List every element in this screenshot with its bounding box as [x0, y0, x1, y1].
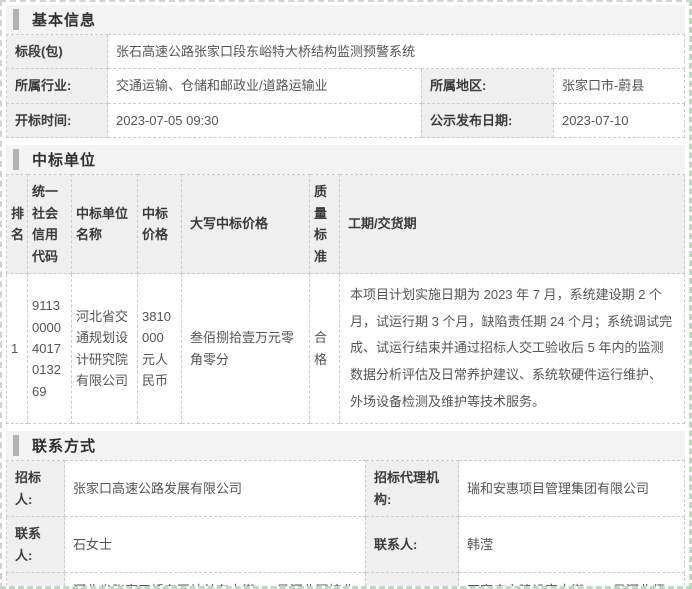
section-contact: 联系方式 招标人: 张家口高速公路发展有限公司 招标代理机构: 瑞和安惠项目管理…	[6, 431, 685, 589]
company-value: 河北省交通规划设计研究院有限公司	[72, 274, 138, 424]
quality-value: 合格	[310, 274, 340, 424]
rank-value: 1	[7, 274, 28, 424]
col-quality: 质量标准	[310, 175, 340, 274]
section-basic-info: 基本信息 标段(包) 张石高速公路张家口段东峪特大桥结构监测预警系统 所属行业:…	[6, 5, 685, 138]
col-price-words: 大写中标价格	[182, 175, 310, 274]
contact-title: 联系方式	[32, 435, 96, 456]
bid-section-value: 张石高速公路张家口段东峪特大桥结构监测预警系统	[108, 35, 685, 69]
region-value: 张家口市-蔚县	[553, 69, 684, 103]
contact-person-label: 联系人:	[7, 517, 65, 573]
contact-person-value: 石女士	[65, 517, 366, 573]
delivery-value: 本项目计划实施日期为 2023 年 7 月，系统建设期 2 个月，试运行期 3 …	[340, 274, 685, 424]
address-value: 石家庄市建设南大街 269 号河北师范大学科技园 B 座 12 层	[459, 573, 685, 589]
publish-date-label: 公示发布日期:	[421, 103, 553, 137]
open-time-value: 2023-07-05 09:30	[108, 103, 422, 137]
contact-person-value: 韩滢	[459, 517, 685, 573]
col-delivery: 工期/交货期	[340, 175, 685, 274]
basic-info-title: 基本信息	[32, 9, 96, 30]
price-value: 3810000 元人民币	[138, 274, 182, 424]
price-words-value: 叁佰捌拾壹万元零角零分	[182, 274, 310, 424]
col-company: 中标单位名称	[72, 175, 138, 274]
section-accent-bar	[13, 435, 19, 456]
open-time-label: 开标时间:	[7, 103, 108, 137]
section-accent-bar	[13, 9, 19, 30]
address-label: 地址:	[7, 573, 65, 589]
winner-title: 中标单位	[32, 149, 96, 170]
table-row: 联系人: 石女士 联系人: 韩滢	[7, 517, 685, 573]
basic-info-table: 标段(包) 张石高速公路张家口段东峪特大桥结构监测预警系统 所属行业: 交通运输…	[6, 34, 685, 138]
col-rank: 排名	[7, 175, 28, 274]
table-row: 所属行业: 交通运输、仓储和邮政业/道路运输业 所属地区: 张家口市-蔚县	[7, 69, 685, 103]
contact-header: 联系方式	[6, 431, 685, 460]
table-row: 招标人: 张家口高速公路发展有限公司 招标代理机构: 瑞和安惠项目管理集团有限公…	[7, 461, 685, 517]
contact-person-label: 联系人:	[366, 517, 459, 573]
address-value: 河北省张家口桥东区站前东大街 28 号河北国控北方硅谷高科新城 17 号楼	[65, 573, 366, 589]
table-row: 地址: 河北省张家口桥东区站前东大街 28 号河北国控北方硅谷高科新城 17 号…	[7, 573, 685, 589]
agency-label: 招标代理机构:	[366, 461, 459, 517]
tenderer-label: 招标人:	[7, 461, 65, 517]
table-row: 标段(包) 张石高速公路张家口段东峪特大桥结构监测预警系统	[7, 35, 685, 69]
announcement-page: 基本信息 标段(包) 张石高速公路张家口段东峪特大桥结构监测预警系统 所属行业:…	[0, 0, 692, 589]
winner-header: 中标单位	[6, 145, 685, 174]
contact-table: 招标人: 张家口高速公路发展有限公司 招标代理机构: 瑞和安惠项目管理集团有限公…	[6, 460, 685, 589]
winner-header-row: 排名 统一社会信用代码 中标单位名称 中标价格 大写中标价格 质量标准 工期/交…	[7, 175, 685, 274]
section-winner: 中标单位 排名 统一社会信用代码 中标单位名称 中标价格 大写中标价格 质量标准…	[6, 145, 685, 424]
address-label: 地址:	[366, 573, 459, 589]
industry-value: 交通运输、仓储和邮政业/道路运输业	[108, 69, 422, 103]
col-price: 中标价格	[138, 175, 182, 274]
publish-date-value: 2023-07-10	[553, 103, 684, 137]
basic-info-header: 基本信息	[6, 5, 685, 34]
credit-code-value: 911300004017013269	[28, 274, 72, 424]
agency-value: 瑞和安惠项目管理集团有限公司	[459, 461, 685, 517]
winner-data-row: 1 911300004017013269 河北省交通规划设计研究院有限公司 38…	[7, 274, 685, 424]
region-label: 所属地区:	[421, 69, 553, 103]
bid-section-label: 标段(包)	[7, 35, 108, 69]
col-credit-code: 统一社会信用代码	[28, 175, 72, 274]
industry-label: 所属行业:	[7, 69, 108, 103]
section-accent-bar	[13, 149, 19, 170]
winner-table: 排名 统一社会信用代码 中标单位名称 中标价格 大写中标价格 质量标准 工期/交…	[6, 174, 685, 424]
tenderer-value: 张家口高速公路发展有限公司	[65, 461, 366, 517]
table-row: 开标时间: 2023-07-05 09:30 公示发布日期: 2023-07-1…	[7, 103, 685, 137]
